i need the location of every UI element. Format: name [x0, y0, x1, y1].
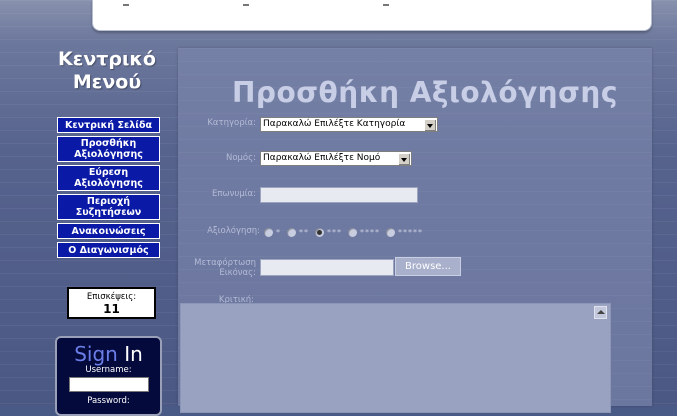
rating-option-label: ***	[327, 227, 342, 237]
radio-button[interactable]	[264, 227, 273, 237]
menu-item-label: Αξιολόγησης	[74, 178, 143, 189]
rating-radio-group: * ** *** **** *****	[264, 226, 429, 238]
rating-label: Αξιολόγηση:	[207, 226, 260, 236]
visit-counter-label: Επισκέψεις:	[86, 292, 137, 302]
rating-option-2[interactable]: **	[287, 227, 309, 237]
radio-button-selected[interactable]	[315, 227, 324, 237]
radio-button[interactable]	[287, 227, 296, 237]
radio-button[interactable]	[348, 227, 357, 237]
prefecture-select-value: Παρακαλώ Επιλέξτε Νομό	[263, 153, 381, 163]
page-title: Προσθήκη Αξιολόγησης	[232, 76, 618, 109]
chevron-down-icon[interactable]	[398, 153, 410, 165]
category-select-value: Παρακαλώ Επιλέξτε Κατηγορία	[263, 119, 406, 129]
business-name-input[interactable]	[260, 187, 418, 203]
menu-item-label: Κεντρική Σελίδα	[64, 119, 153, 131]
menu-item-label: Αξιολόγησης	[74, 149, 143, 160]
username-label: Username:	[85, 365, 132, 375]
rating-option-label: ****	[360, 227, 380, 237]
menu-title-line2: Μενού	[72, 71, 142, 93]
rating-option-5[interactable]: *****	[386, 227, 423, 237]
username-input[interactable]	[68, 377, 149, 392]
rating-option-label: *****	[398, 227, 423, 237]
sign-in-title: Sign In	[57, 343, 160, 365]
rating-option-1[interactable]: *	[264, 227, 281, 237]
menu-title-line1: Κεντρικό	[58, 48, 156, 70]
radio-button[interactable]	[386, 227, 395, 237]
menu-title: Κεντρικό Μενού	[52, 48, 162, 94]
prefecture-select[interactable]: Παρακαλώ Επιλέξτε Νομό	[260, 151, 412, 166]
file-path-input[interactable]	[260, 259, 394, 276]
menu-item-home[interactable]: Κεντρική Σελίδα	[57, 117, 160, 133]
menu-item-announcements[interactable]: Ανακοινώσεις	[57, 223, 160, 239]
category-select[interactable]: Παρακαλώ Επιλέξτε Κατηγορία	[260, 117, 438, 132]
image-upload-label-line2: Εικόνας:	[219, 268, 256, 278]
rating-option-label: *	[276, 227, 281, 237]
rating-option-3[interactable]: ***	[315, 227, 342, 237]
chevron-down-icon[interactable]	[424, 119, 436, 131]
sign-in-box: Sign In Username: Password:	[55, 336, 162, 416]
visit-counter-value: 11	[103, 302, 120, 316]
top-banner	[92, 0, 652, 31]
banner-fragment	[243, 4, 249, 6]
menu-item-label: Εύρεση	[88, 167, 129, 178]
menu-item-label: Περιοχή	[86, 196, 131, 207]
rating-option-4[interactable]: ****	[348, 227, 380, 237]
menu-item-discussion-area[interactable]: Περιοχή Συζητήσεων	[57, 194, 160, 220]
password-label: Password:	[87, 396, 130, 406]
banner-fragment	[383, 4, 389, 6]
category-label: Κατηγορία:	[207, 118, 256, 128]
browse-button[interactable]: Browse...	[395, 257, 461, 276]
review-textarea[interactable]	[180, 303, 611, 413]
menu-item-add-review[interactable]: Προσθήκη Αξιολόγησης	[57, 136, 160, 162]
sign-in-title-word1: Sign	[74, 342, 118, 366]
menu-item-label: Συζητήσεων	[75, 207, 142, 218]
menu-item-label: Ανακοινώσεις	[71, 225, 146, 237]
banner-fragment	[123, 4, 129, 6]
menu-item-label: Προσθήκη	[80, 138, 137, 149]
image-upload-label: Μεταφόρτωση Εικόνας:	[180, 258, 256, 278]
scroll-up-arrow-icon[interactable]	[594, 306, 607, 319]
business-name-label: Επωνυμία:	[211, 189, 256, 199]
image-upload-label-line1: Μεταφόρτωση	[194, 258, 256, 268]
sign-in-title-word2: In	[124, 342, 143, 366]
menu-item-contest[interactable]: Ο Διαγωνισμός	[57, 242, 160, 258]
main-menu: Κεντρική Σελίδα Προσθήκη Αξιολόγησης Εύρ…	[57, 117, 160, 261]
rating-option-label: **	[299, 227, 309, 237]
prefecture-label: Νομός:	[225, 153, 256, 163]
visit-counter: Επισκέψεις: 11	[67, 287, 156, 319]
menu-item-find-review[interactable]: Εύρεση Αξιολόγησης	[57, 165, 160, 191]
menu-item-label: Ο Διαγωνισμός	[68, 244, 149, 256]
